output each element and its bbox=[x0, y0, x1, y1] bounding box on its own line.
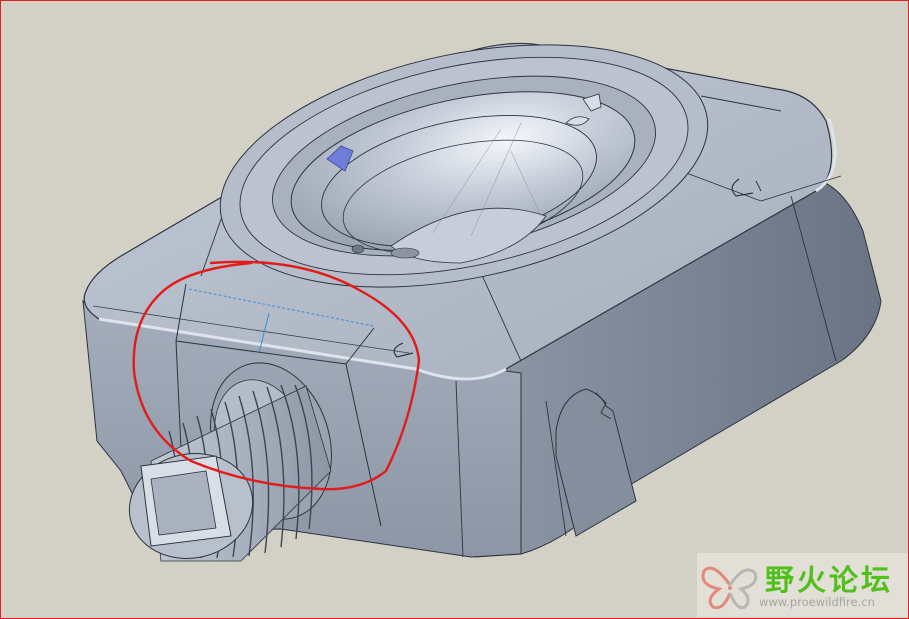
cad-viewport[interactable]: 野火论坛 www.proewildfire.cn bbox=[0, 0, 909, 619]
watermark-url: www.proewildfire.cn bbox=[759, 595, 875, 609]
forum-watermark: 野火论坛 www.proewildfire.cn bbox=[697, 553, 908, 617]
bowl-hole-1 bbox=[351, 244, 365, 254]
model-render[interactable] bbox=[1, 1, 909, 619]
bowl-hole-2 bbox=[390, 247, 420, 259]
watermark-title: 野火论坛 bbox=[765, 563, 894, 597]
butterfly-logo-icon bbox=[701, 566, 758, 610]
